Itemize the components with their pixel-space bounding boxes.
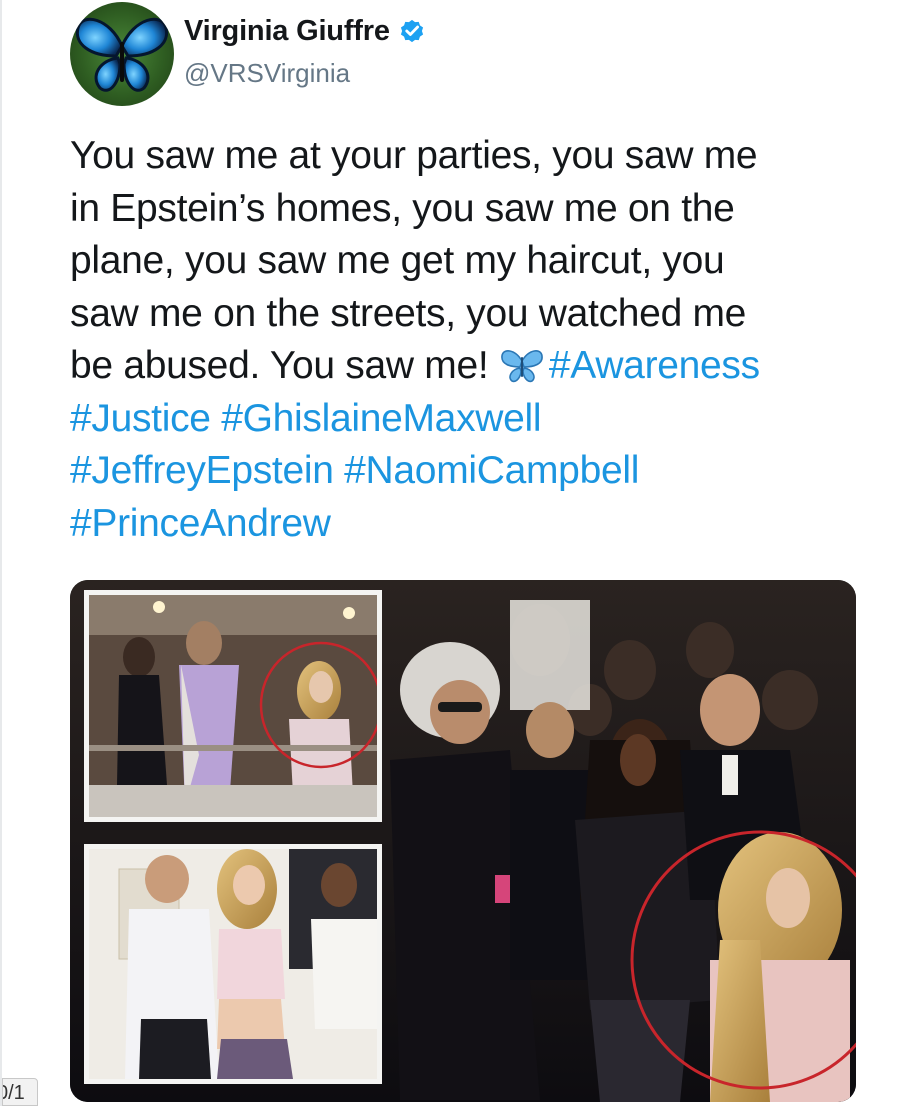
display-name[interactable]: Virginia Giuffre [184,15,390,48]
hashtag-link[interactable]: #GhislaineMaxwell [221,397,541,440]
avatar[interactable] [70,2,174,106]
tweet-line: be abused. You saw me! #Awareness [70,340,870,393]
hashtag-link[interactable]: #NaomiCampbell [344,449,639,492]
hashtag-link[interactable]: #Justice [70,397,211,440]
tweet-text-segment [334,449,345,492]
butterfly-avatar-icon [75,17,169,92]
party-photo-image [89,595,377,817]
inset-photo-top [84,590,382,822]
hashtag-link[interactable]: #Awareness [549,344,760,387]
tweet-text-segment: saw me on the streets, you watched me [70,291,747,335]
tweet-line: plane, you saw me get my haircut, you [70,235,870,288]
tweet-body: You saw me at your parties, you saw me in… [70,130,870,550]
inset-photo-bottom [84,844,382,1084]
tweet-card: Virginia Giuffre @VRSVirginia You saw me… [0,0,916,1106]
butterfly-emoji-icon [499,345,545,383]
tweet-line: #JeffreyEpstein #NaomiCampbell [70,445,870,498]
tweet-text-segment: plane, you saw me get my haircut, you [70,239,725,282]
tweet-line: #Justice #GhislaineMaxwell [70,393,870,446]
tweet-photo[interactable] [70,580,856,1102]
tweet-line: saw me on the streets, you watched me [70,288,870,341]
tweet-text-segment: You saw me at your parties, you saw me [70,134,758,177]
tweet-text-segment: in Epstein’s homes, you saw me on the [70,186,735,230]
hashtag-link[interactable]: #PrinceAndrew [70,502,331,545]
verified-badge-icon [398,17,426,45]
tweet-line: You saw me at your parties, you saw me [70,130,870,183]
tweet-line: #PrinceAndrew [70,498,870,551]
user-handle[interactable]: @VRSVirginia [184,58,350,89]
tweet-header: Virginia Giuffre @VRSVirginia [70,2,870,106]
name-row: Virginia Giuffre [184,14,426,48]
tweet-line: in Epstein’s homes, you saw me on the [70,183,870,236]
tweet-text-segment: be abused. You saw me! [70,344,499,387]
hashtag-link[interactable]: #JeffreyEpstein [70,449,334,492]
group-photo-image [89,849,377,1079]
tweet-text-segment [211,397,222,440]
page-indicator: 0/1 [2,1078,38,1106]
